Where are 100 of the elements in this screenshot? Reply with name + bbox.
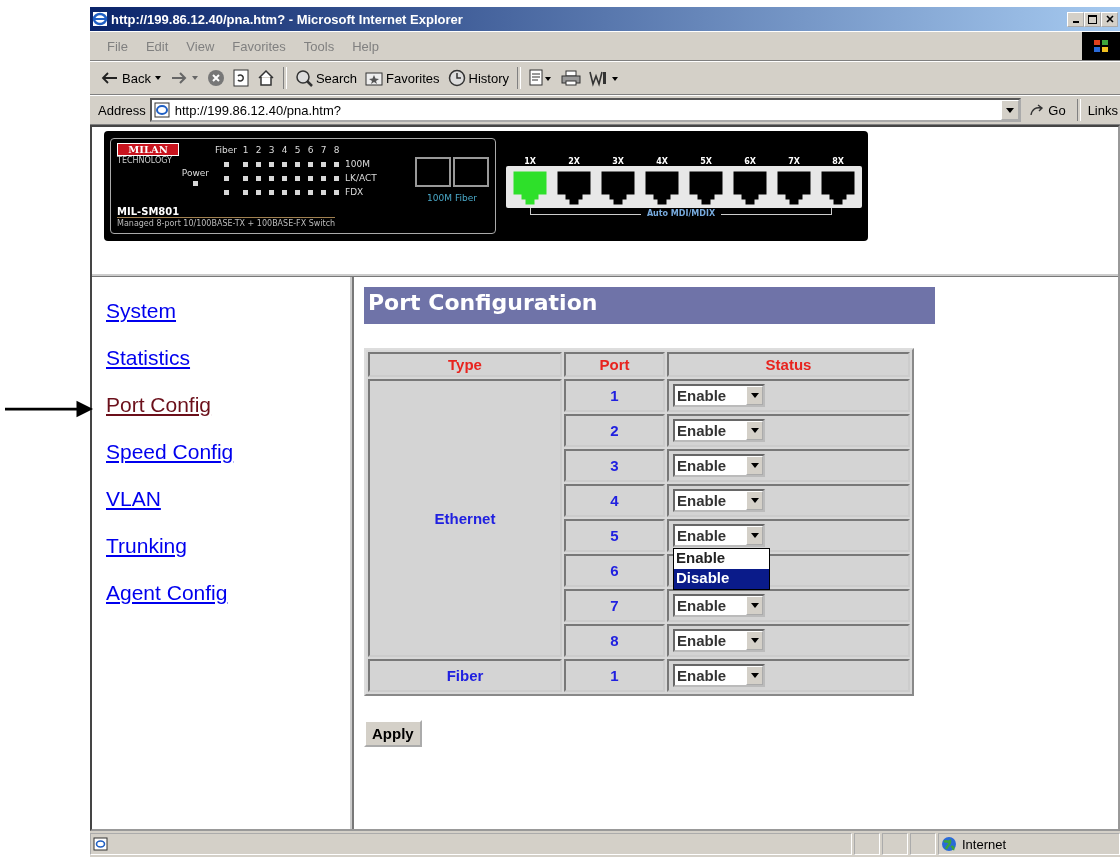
status-select[interactable]: Enable [673,594,765,617]
status-led [243,190,248,195]
column-header: Type [368,352,562,377]
port-cell: 4 [564,484,665,517]
port-label: 8X [831,157,845,166]
port-cell: 7 [564,589,665,622]
search-button[interactable]: Search [291,69,361,87]
caret-icon [153,75,162,81]
caret-icon [750,533,759,538]
led-column-label: 4 [280,145,289,156]
port-cell: 8 [564,624,665,657]
minimize-button[interactable] [1067,11,1084,27]
dropdown-button[interactable] [1001,100,1020,120]
windows-logo-icon [1082,32,1120,60]
port-cell: 2 [564,414,665,447]
caret-icon [750,638,759,643]
page-heading: Port Configuration [364,287,935,324]
maximize-button[interactable] [1084,11,1101,27]
status-led [334,190,339,195]
forward-arrow-icon [169,71,188,85]
refresh-icon [232,69,249,87]
led-column-label: 5 [293,145,302,156]
status-pane [854,833,880,855]
status-select[interactable]: Enable [673,384,765,407]
dropdown-button[interactable] [746,421,763,440]
status-led [269,190,274,195]
logo: MILAN TECHNOLOGY [117,143,179,166]
go-button[interactable]: Go [1025,102,1070,118]
word-icon [589,69,620,87]
status-select[interactable]: Enable [673,454,765,477]
status-select[interactable]: Enable [673,664,765,687]
dropdown-button[interactable] [746,526,763,545]
port-cell: 3 [564,449,665,482]
caret-icon [750,673,759,678]
nav-link[interactable]: Speed Config [106,438,236,467]
status-led [321,162,326,167]
maximize-icon [1088,14,1097,24]
dropdown-button[interactable] [746,666,763,685]
nav-link[interactable]: Statistics [106,344,193,373]
status-led [256,162,261,167]
column-header: Status [667,352,910,377]
port-label: 3X [611,157,625,166]
address-label: Address [98,102,146,118]
port-label: 7X [787,157,801,166]
port-label: 6X [743,157,757,166]
history-clock-icon [447,69,466,87]
fiber-port [453,156,489,187]
status-pane [882,833,908,855]
dropdown-button[interactable] [746,386,763,405]
status-led [282,190,287,195]
back-button[interactable]: Back [98,70,165,86]
close-button[interactable] [1101,11,1118,27]
status-led [308,176,313,181]
dropdown-button[interactable] [746,456,763,475]
power-label: Power [181,167,209,179]
home-icon [256,69,275,87]
links-button[interactable]: Links [1087,102,1120,118]
dropdown-option[interactable]: Disable [674,569,769,589]
led-column-label: 1 [241,145,250,156]
model-description: Managed 8-port 10/100BASE-TX + 100BASE-FX Switch [117,217,336,229]
status-led [295,190,300,195]
status-select[interactable]: Enable [673,489,765,512]
status-led [269,176,274,181]
caret-icon [750,498,759,503]
port-cell: 5 [564,519,665,552]
history-button[interactable]: History [444,69,513,87]
nav-link[interactable]: System [106,297,178,326]
type-cell: Fiber [368,659,562,692]
caret-icon [750,428,759,433]
status-select[interactable]: Enable [673,419,765,442]
power-led [192,180,198,186]
status-led [282,162,287,167]
port-cell: 1 [564,379,665,412]
status-led [321,176,326,181]
nav-link[interactable]: Trunking [106,532,189,561]
apply-button[interactable]: Apply [364,720,422,747]
nav-link[interactable]: Agent Config [106,579,230,608]
status-led [282,176,287,181]
status-led [295,162,300,167]
dropdown-button[interactable] [746,596,763,615]
window-title: http://199.86.12.40/pna.htm? - Microsoft Internet Explorer [111,11,464,27]
status-led [308,162,313,167]
status-led [256,176,261,181]
status-led [223,190,229,195]
status-led [269,162,274,167]
status-select[interactable]: Enable [673,629,765,652]
status-led [243,162,248,167]
dropdown-option[interactable]: Enable [674,549,769,569]
back-arrow-icon [101,71,119,85]
nav-link[interactable]: Port Config [106,391,214,420]
nav-link[interactable]: VLAN [106,485,163,514]
led-column-label: Fiber [214,145,238,156]
address-field[interactable]: http://199.86.12.40/pna.htm? [149,98,1022,122]
page-icon [93,837,109,851]
model-name: MIL-SM801 [117,206,181,217]
favorites-button[interactable]: Favorites [362,70,443,86]
port-label: 1X [523,157,537,166]
dropdown-button[interactable] [746,491,763,510]
dropdown-button[interactable] [746,631,763,650]
status-select[interactable]: Enable [673,524,765,547]
